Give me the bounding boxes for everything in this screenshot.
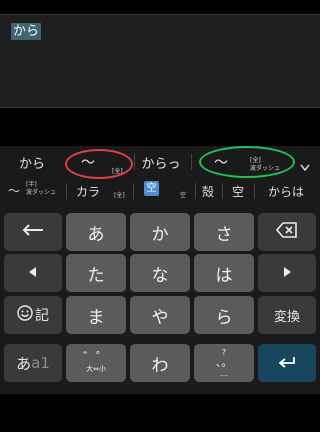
candidate-label: 空 [231,184,244,199]
candidate-wave-dash-full[interactable]: 〜 [全] [66,146,130,178]
candidate-tag-bottom: 波ダッシュ [250,165,281,172]
mode-label-hiragana: あ [16,354,32,373]
candidate-label: からっ [141,156,181,172]
candidate-kara-shell[interactable]: 殻 [196,178,220,204]
key-na[interactable]: な [130,254,190,292]
text-editor[interactable]: から [0,14,320,108]
key-label: ま [87,307,105,328]
key-label: や [151,307,169,328]
key-label: さ [215,224,233,245]
cursor-left-key[interactable] [4,254,62,292]
divider [133,183,134,199]
candidate-sora[interactable]: 空 [224,178,252,204]
enter-key[interactable] [258,344,316,382]
key-sa[interactable]: さ [194,213,254,251]
key-label: 記 [35,308,49,324]
smiley-icon [17,305,33,325]
candidate-wave-dash-half[interactable]: 〜 [半] 波ダッシュ [2,178,64,204]
dakuten-key[interactable]: ゛゜ 大⇔小 [66,344,126,382]
punctuation-key[interactable]: ? 、。 … [194,344,254,382]
key-label: た [87,265,105,286]
navigation-bar [0,394,320,432]
candidate-label: から [18,156,45,172]
backspace-key[interactable] [258,213,316,251]
divider [66,183,67,199]
candidate-karaha[interactable]: からは [256,178,316,204]
spacer [0,108,320,146]
key-label: は [215,265,233,286]
candidate-tag: [全] [112,168,123,175]
backspace-icon [275,222,298,242]
divider [191,154,192,170]
key-ya[interactable]: や [130,296,190,334]
convert-key[interactable]: 変換 [258,296,316,334]
divider [222,183,223,199]
candidate-label: 〜 [214,155,228,171]
candidate-label: カラ [76,185,101,199]
candidate-bar-2: 〜 [半] 波ダッシュ カラ [全] 空 空 殻 空 からは [0,178,320,204]
status-bar [0,0,320,14]
emoji-symbol-key[interactable]: 記 [4,296,62,334]
candidate-label: からは [267,184,304,199]
key-label: ら [215,307,233,328]
candidate-karatt[interactable]: からっ [136,146,186,178]
key-wa[interactable]: わ [130,344,190,382]
mode-switch-key[interactable]: あ a1 [4,344,62,382]
keyboard: から 〜 [全] からっ 〜 [全] 波ダッシュ 〜 [半] 波ダッシュ カラ … [0,146,320,394]
key-ha[interactable]: は [194,254,254,292]
key-label: な [151,265,169,286]
key-label-top: ゛゜ [82,351,109,366]
candidate-tag-top: [半] [26,181,37,188]
key-label: わ [151,355,169,376]
candidate-kara[interactable]: から [8,146,56,178]
key-label: か [151,224,169,245]
cursor-left-undo-key[interactable] [4,213,62,251]
candidate-tag: 空 [180,192,187,199]
key-ka[interactable]: か [130,213,190,251]
candidate-bar: から 〜 [全] からっ 〜 [全] 波ダッシュ [0,146,320,179]
key-ta[interactable]: た [66,254,126,292]
candidate-label: 殻 [201,184,214,199]
cursor-right-key[interactable] [258,254,316,292]
back-arrow-icon [22,224,44,240]
candidate-tag: [全] [114,192,125,199]
candidate-emoji-sora[interactable]: 空 空 [136,178,194,204]
candidate-label: 〜 [8,184,21,198]
triangle-right-icon [283,266,291,281]
divider [134,154,135,170]
key-label-bottom: 大⇔小 [86,365,106,373]
candidate-label: 空 [144,181,159,196]
divider [254,183,255,199]
triangle-left-icon [29,266,37,281]
candidate-tag-bottom: 波ダッシュ [26,189,57,196]
candidate-wave-dash-full-2[interactable]: 〜 [全] 波ダッシュ [200,146,292,178]
key-ma[interactable]: ま [66,296,126,334]
candidate-label: 〜 [81,155,95,171]
candidate-kara-katakana[interactable]: カラ [全] [68,178,130,204]
expand-chevron-icon[interactable] [300,157,310,176]
editor-text-selected[interactable]: から [11,23,42,40]
key-a[interactable]: あ [66,213,126,251]
key-label-bottom: … [220,369,228,378]
key-label: 変換 [273,309,300,325]
key-ra[interactable]: ら [194,296,254,334]
key-label: あ [87,224,105,245]
mode-label-alnum: a1 [31,354,50,372]
key-label-mid: 、。 [215,356,233,369]
enter-icon [278,354,296,373]
